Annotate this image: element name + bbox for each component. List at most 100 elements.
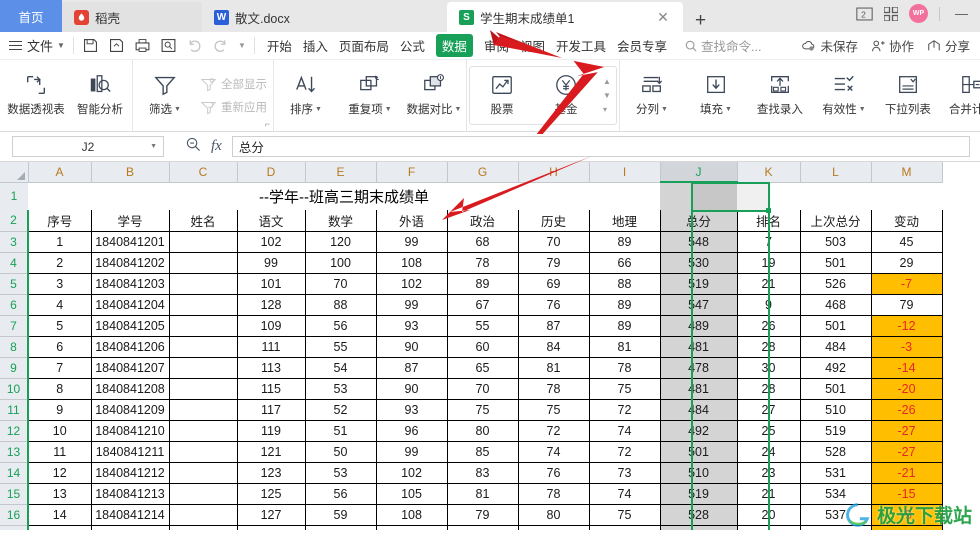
table-cell[interactable]: 128 [237, 294, 306, 316]
table-row[interactable]: 14 12 1840841212 123 53 102 83 76 73 510 23 531 -21 [0, 462, 943, 484]
table-cell[interactable]: 117 [237, 399, 306, 421]
table-row[interactable]: 3 1 1840841201 102 120 99 68 70 89 548 7 503 45 [0, 231, 943, 253]
table-row[interactable]: 12 10 1840841210 119 51 96 80 72 74 492 25 519 -27 [0, 420, 943, 442]
row-header-13[interactable]: 13 [0, 441, 29, 463]
close-icon[interactable]: ✕ [655, 10, 671, 24]
table-cell[interactable]: 96 [376, 420, 448, 442]
table-cell[interactable]: 1840841213 [91, 483, 170, 505]
table-cell[interactable]: 123 [237, 525, 306, 530]
table-cell[interactable]: 78 [447, 252, 519, 274]
tab-formula[interactable]: 公式 [400, 36, 425, 55]
table-cell[interactable]: 89 [447, 273, 519, 295]
table-cell[interactable]: 72 [518, 420, 590, 442]
column-header-g[interactable]: G [447, 162, 519, 183]
tab-review[interactable]: 审阅 [484, 36, 509, 55]
table-cell[interactable]: 19 [737, 252, 801, 274]
table-cell[interactable]: 82 [518, 525, 590, 530]
table-cell[interactable]: 519 [660, 273, 738, 295]
table-cell[interactable]: -26 [871, 399, 943, 421]
cell-m1[interactable] [871, 182, 942, 210]
spinner-up-icon[interactable]: ▲ [603, 77, 611, 86]
table-cell[interactable]: 102 [376, 273, 448, 295]
row-header-17[interactable]: 17 [0, 525, 29, 530]
header-cell[interactable]: 外语 [376, 210, 448, 232]
table-cell[interactable]: -12 [871, 315, 943, 337]
share-button[interactable]: 分享 [927, 36, 970, 55]
tab-document[interactable]: W 散文.docx [202, 2, 447, 32]
table-cell[interactable]: -15 [871, 483, 943, 505]
table-cell[interactable]: 55 [305, 336, 377, 358]
row-header-1[interactable]: 1 [0, 182, 28, 210]
table-cell[interactable]: 76 [518, 462, 590, 484]
table-cell[interactable]: 81 [447, 483, 519, 505]
table-cell[interactable]: 111 [376, 525, 448, 530]
row-header-14[interactable]: 14 [0, 462, 29, 484]
table-cell[interactable]: 4 [28, 294, 92, 316]
table-cell[interactable]: 52 [305, 399, 377, 421]
header-cell[interactable]: 变动 [871, 210, 943, 232]
table-cell[interactable]: 73 [589, 462, 661, 484]
table-cell[interactable]: 501 [660, 441, 738, 463]
table-cell[interactable]: 1840841201 [91, 231, 170, 253]
table-cell[interactable]: -14 [871, 357, 943, 379]
table-cell[interactable]: 30 [737, 357, 801, 379]
table-cell[interactable]: 74 [589, 420, 661, 442]
table-cell[interactable]: 56 [305, 315, 377, 337]
table-cell[interactable]: 65 [447, 357, 519, 379]
column-header-b[interactable]: B [91, 162, 170, 183]
table-cell[interactable]: 76 [518, 294, 590, 316]
row-header-10[interactable]: 10 [0, 378, 29, 400]
table-cell[interactable] [169, 336, 238, 358]
print-preview-icon[interactable] [160, 37, 177, 54]
column-header-l[interactable]: L [800, 162, 872, 183]
table-cell[interactable]: 1840841207 [91, 357, 170, 379]
row-header-4[interactable]: 4 [0, 252, 29, 274]
table-cell[interactable] [169, 252, 238, 274]
table-cell[interactable]: 68 [447, 231, 519, 253]
redo-icon[interactable] [212, 37, 229, 54]
table-cell[interactable]: 90 [376, 378, 448, 400]
table-cell[interactable]: 528 [660, 504, 738, 526]
table-cell[interactable]: 50 [305, 441, 377, 463]
page-count-icon[interactable]: 2 [856, 7, 873, 21]
column-header-f[interactable]: F [376, 162, 448, 183]
tab-home[interactable]: 首页 [0, 0, 62, 32]
column-header-a[interactable]: A [28, 162, 92, 183]
table-cell[interactable] [169, 462, 238, 484]
duplicates-button[interactable]: 重复项 ▼ [338, 60, 402, 131]
table-cell[interactable]: 70 [447, 378, 519, 400]
column-header-i[interactable]: I [589, 162, 661, 183]
table-cell[interactable] [169, 231, 238, 253]
header-cell[interactable]: 历史 [518, 210, 590, 232]
collaborate-button[interactable]: 协作 [871, 36, 914, 55]
table-cell[interactable]: 109 [237, 315, 306, 337]
table-cell[interactable]: 492 [800, 357, 872, 379]
validation-button[interactable]: 有效性 ▼ [812, 60, 876, 131]
table-cell[interactable] [169, 525, 238, 530]
table-cell[interactable]: 90 [376, 336, 448, 358]
file-menu-button[interactable]: 文件 ▼ [27, 36, 65, 55]
table-cell[interactable]: 125 [237, 483, 306, 505]
table-cell[interactable]: 127 [237, 504, 306, 526]
table-cell[interactable]: 89 [589, 315, 661, 337]
table-cell[interactable]: 99 [376, 294, 448, 316]
table-row[interactable]: 11 9 1840841209 117 52 93 75 75 72 484 27 510 -26 [0, 399, 943, 421]
table-cell[interactable]: 85 [447, 441, 519, 463]
table-cell[interactable]: 10 [28, 420, 92, 442]
table-cell[interactable]: 54 [305, 357, 377, 379]
header-cell[interactable]: 排名 [737, 210, 801, 232]
table-cell[interactable]: 75 [589, 504, 661, 526]
table-cell[interactable]: 88 [305, 294, 377, 316]
table-cell[interactable]: 59 [305, 504, 377, 526]
table-cell[interactable]: 105 [376, 483, 448, 505]
row-header-9[interactable]: 9 [0, 357, 29, 379]
finance-spinner[interactable]: ▲ ▼ ▾ [598, 67, 616, 124]
table-cell[interactable] [169, 378, 238, 400]
table-cell[interactable] [169, 420, 238, 442]
smart-analysis-button[interactable]: 智能分析 [68, 60, 132, 131]
undo-icon[interactable] [186, 37, 203, 54]
sort-button[interactable]: 排序 ▼ [274, 60, 338, 131]
table-cell[interactable]: 530 [660, 252, 738, 274]
table-cell[interactable]: 80 [447, 420, 519, 442]
table-row[interactable]: 13 11 1840841211 121 50 99 85 74 72 501 24 528 -27 [0, 441, 943, 463]
